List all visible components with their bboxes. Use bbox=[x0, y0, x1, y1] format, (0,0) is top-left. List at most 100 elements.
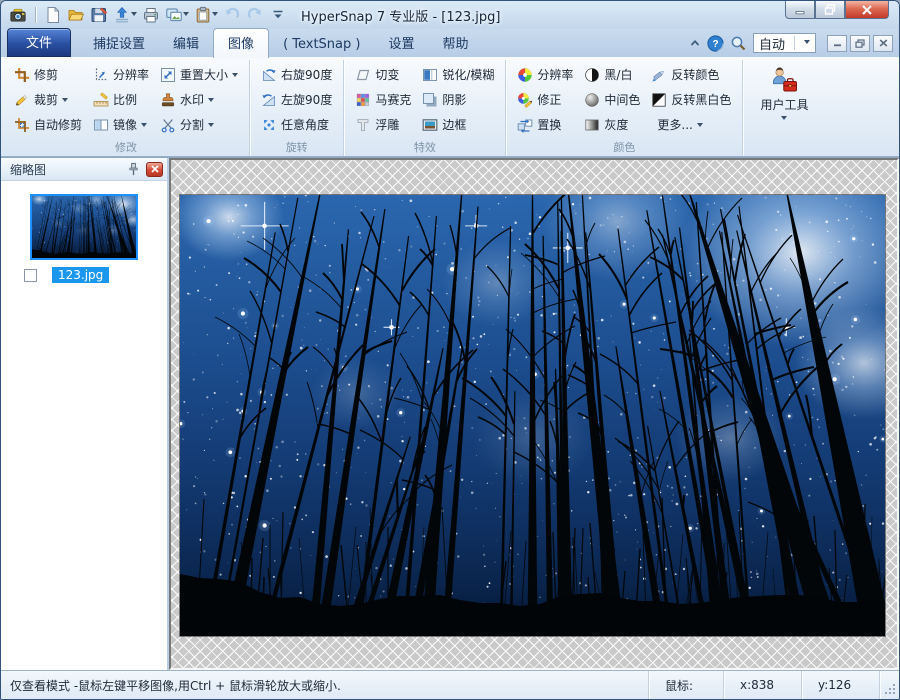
resize-grip[interactable] bbox=[879, 671, 899, 699]
black-white-icon bbox=[584, 67, 600, 83]
split-button[interactable]: 分割 bbox=[156, 112, 242, 137]
replace-icon bbox=[517, 117, 533, 133]
invert-colors-label: 反转颜色 bbox=[671, 66, 719, 83]
resize-button[interactable]: 重置大小 bbox=[156, 62, 242, 87]
shear-icon bbox=[355, 67, 371, 83]
new-button[interactable] bbox=[42, 5, 64, 25]
restore-button[interactable] bbox=[815, 0, 845, 19]
tab-help[interactable]: 帮助 bbox=[429, 29, 483, 57]
pin-icon bbox=[126, 162, 141, 177]
scale-label: 比例 bbox=[113, 91, 137, 108]
photo-image[interactable] bbox=[180, 195, 885, 636]
scale-ruler-icon bbox=[93, 92, 109, 108]
doc-close-button[interactable] bbox=[873, 35, 893, 52]
mosaic-label: 马赛克 bbox=[375, 91, 411, 108]
crop-button[interactable]: 修剪 bbox=[10, 62, 86, 87]
resolution-button[interactable]: 分辨率 bbox=[89, 62, 153, 87]
capture-upload-icon bbox=[113, 6, 131, 24]
mosaic-button[interactable]: 马赛克 bbox=[351, 87, 415, 112]
chevron-down-icon bbox=[212, 12, 218, 19]
panel-title: 缩略图 bbox=[10, 161, 121, 178]
doc-minimize-button[interactable] bbox=[827, 35, 847, 52]
free-rotate-button[interactable]: 任意角度 bbox=[257, 112, 336, 137]
window-capture-button[interactable] bbox=[163, 5, 191, 25]
sharpen-blur-button[interactable]: 锐化/模糊 bbox=[418, 62, 498, 87]
grayscale-button[interactable]: 灰度 bbox=[580, 112, 644, 137]
svg-text:?: ? bbox=[712, 39, 718, 50]
color-fix-icon bbox=[517, 92, 533, 108]
more-colors-label: 更多... bbox=[657, 116, 692, 133]
window-title: HyperSnap 7 专业版 - [123.jpg] bbox=[301, 6, 500, 25]
mirror-button[interactable]: 镜像 bbox=[89, 112, 153, 137]
paste-button[interactable] bbox=[192, 5, 220, 25]
close-button[interactable] bbox=[845, 0, 889, 19]
black-white-button[interactable]: 黑/白 bbox=[580, 62, 644, 87]
status-mouse-x: x:838 bbox=[723, 671, 801, 699]
open-button[interactable] bbox=[65, 5, 87, 25]
color-fix-button[interactable]: 修正 bbox=[513, 87, 577, 112]
rotate-right-button[interactable]: 右旋90度 bbox=[257, 62, 336, 87]
color-resolution-icon bbox=[517, 67, 533, 83]
autocrop-label: 自动修剪 bbox=[34, 116, 82, 133]
undo-button[interactable] bbox=[221, 5, 243, 25]
hypersnap-camera-icon[interactable] bbox=[7, 5, 29, 25]
chevron-down-icon bbox=[232, 73, 238, 80]
border-button[interactable]: 边框 bbox=[418, 112, 498, 137]
print-icon bbox=[142, 6, 160, 24]
zoom-level-select[interactable]: 自动 bbox=[753, 33, 816, 53]
help-button[interactable]: ? bbox=[707, 35, 724, 52]
chevron-down-icon bbox=[208, 98, 214, 105]
canvas[interactable] bbox=[169, 158, 899, 670]
zoom-tool-button[interactable] bbox=[730, 35, 747, 52]
tab-file[interactable]: 文件 bbox=[7, 28, 71, 57]
invert-bw-button[interactable]: 反转黑白色 bbox=[647, 87, 735, 112]
doc-close-icon bbox=[879, 39, 888, 47]
thumbnail-filename[interactable]: 123.jpg bbox=[52, 267, 109, 283]
midtone-button[interactable]: 中间色 bbox=[580, 87, 644, 112]
watermark-button[interactable]: 水印 bbox=[156, 87, 242, 112]
emboss-button[interactable]: 浮雕 bbox=[351, 112, 415, 137]
panel-close-button[interactable] bbox=[146, 162, 163, 177]
doc-restore-button[interactable] bbox=[850, 35, 870, 52]
replace-button[interactable]: 置换 bbox=[513, 112, 577, 137]
magnifier-icon bbox=[730, 35, 747, 52]
color-resolution-button[interactable]: 分辨率 bbox=[513, 62, 577, 87]
redo-button[interactable] bbox=[244, 5, 266, 25]
save-button[interactable] bbox=[88, 5, 110, 25]
crop-label: 修剪 bbox=[34, 66, 58, 83]
tab-edit[interactable]: 编辑 bbox=[159, 29, 213, 57]
capture-upload-button[interactable] bbox=[111, 5, 139, 25]
ribbon-group-旋转: 右旋90度左旋90度任意角度旋转 bbox=[250, 60, 344, 156]
starry-forest-photo bbox=[180, 195, 885, 636]
user-tools-button[interactable]: 用户工具 bbox=[750, 62, 818, 123]
main-area: 缩略图 123.jpg bbox=[1, 157, 899, 670]
tab-textsnap[interactable]: ( TextSnap ) bbox=[269, 33, 374, 57]
thumbnail-checkbox[interactable] bbox=[24, 269, 37, 282]
ribbon-group-修改: 修剪裁剪自动修剪分辨率比例镜像重置大小水印分割修改 bbox=[3, 60, 250, 156]
tab-capture-settings[interactable]: 捕捉设置 bbox=[79, 29, 159, 57]
more-colors-button[interactable]: 更多... bbox=[647, 112, 735, 137]
tab-settings[interactable]: 设置 bbox=[374, 29, 428, 57]
chevron-down-icon bbox=[131, 12, 137, 19]
thumbnail-image[interactable] bbox=[30, 194, 138, 260]
trim-button[interactable]: 裁剪 bbox=[10, 87, 86, 112]
open-folder-icon bbox=[67, 6, 85, 24]
tab-image[interactable]: 图像 bbox=[213, 28, 269, 58]
shadow-icon bbox=[422, 92, 438, 108]
collapse-ribbon-button[interactable] bbox=[689, 38, 701, 48]
dock-pin-button[interactable] bbox=[126, 162, 141, 177]
shadow-button[interactable]: 阴影 bbox=[418, 87, 498, 112]
color-resolution-label: 分辨率 bbox=[537, 66, 573, 83]
redo-icon bbox=[246, 6, 264, 24]
black-white-label: 黑/白 bbox=[604, 66, 632, 83]
autocrop-button[interactable]: 自动修剪 bbox=[10, 112, 86, 137]
rotate-left-button[interactable]: 左旋90度 bbox=[257, 87, 336, 112]
window-capture-icon bbox=[165, 6, 183, 24]
minimize-button[interactable] bbox=[785, 0, 815, 19]
scale-button[interactable]: 比例 bbox=[89, 87, 153, 112]
ribbon: 修剪裁剪自动修剪分辨率比例镜像重置大小水印分割修改右旋90度左旋90度任意角度旋… bbox=[1, 57, 899, 157]
shear-button[interactable]: 切变 bbox=[351, 62, 415, 87]
customize-toolbar-button[interactable] bbox=[267, 5, 289, 25]
invert-colors-button[interactable]: 反转颜色 bbox=[647, 62, 735, 87]
print-button[interactable] bbox=[140, 5, 162, 25]
